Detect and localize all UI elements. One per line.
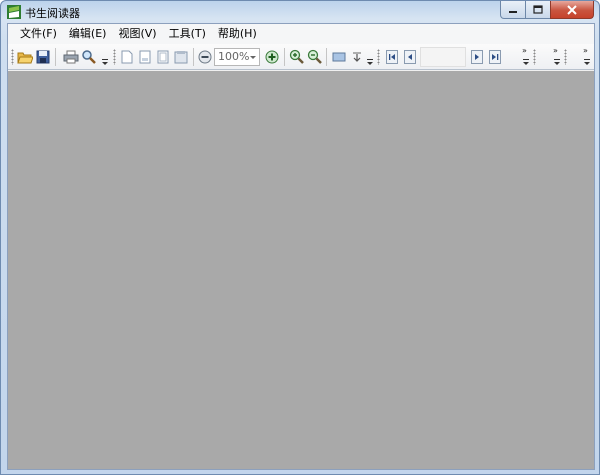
document-view-area[interactable] — [8, 71, 594, 469]
toolbar-grip[interactable] — [113, 49, 116, 65]
toolbar-grip[interactable] — [533, 49, 536, 65]
menu-view[interactable]: 视图(V) — [112, 25, 162, 43]
zoom-in-circle-icon — [265, 50, 279, 64]
toolbar-overflow-chevron[interactable] — [365, 48, 375, 66]
find-button[interactable] — [80, 48, 98, 66]
toolbar-separator — [55, 48, 56, 66]
menu-edit[interactable]: 编辑(E) — [63, 25, 113, 43]
minimize-button[interactable] — [500, 1, 526, 19]
first-page-button[interactable] — [383, 48, 401, 66]
minimize-icon — [509, 10, 517, 13]
maximize-button[interactable] — [525, 1, 551, 19]
magnify-plus-button[interactable] — [288, 48, 306, 66]
toolbar: 100% » » » — [8, 44, 594, 70]
magnify-minus-button[interactable] — [306, 48, 324, 66]
toolbar-overflow-chevron[interactable] — [582, 48, 592, 66]
zoom-out-circle-icon — [198, 50, 212, 64]
double-page-button[interactable] — [154, 48, 172, 66]
client-area: 文件(F) 编辑(E) 视图(V) 工具(T) 帮助(H) 100% » » » — [7, 23, 595, 470]
next-page-button[interactable] — [468, 48, 486, 66]
magnify-minus-icon — [307, 49, 322, 64]
caption-buttons — [500, 1, 594, 19]
title-bar[interactable]: 书生阅读器 — [1, 1, 599, 23]
window-title: 书生阅读器 — [25, 7, 80, 20]
menu-bar: 文件(F) 编辑(E) 视图(V) 工具(T) 帮助(H) — [8, 24, 594, 44]
menu-help[interactable]: 帮助(H) — [212, 25, 263, 43]
page-double-icon — [157, 50, 169, 64]
menu-tools[interactable]: 工具(T) — [163, 25, 212, 43]
page-number-input[interactable] — [420, 47, 466, 67]
search-icon — [82, 50, 96, 64]
fullscreen-button[interactable] — [330, 48, 348, 66]
magnify-plus-icon — [289, 49, 304, 64]
save-icon — [36, 50, 50, 64]
app-window: 书生阅读器 文件(F) 编辑(E) 视图(V) 工具(T) 帮助(H) 100%… — [0, 0, 600, 475]
print-icon — [63, 50, 79, 64]
toolbar-overflow-chevron[interactable] — [552, 48, 562, 66]
last-page-button[interactable] — [486, 48, 504, 66]
toolbar-separator — [284, 48, 285, 66]
scroll-button[interactable] — [348, 48, 366, 66]
last-page-icon — [489, 50, 501, 64]
toolbar-separator — [326, 48, 327, 66]
toolbar-overflow-chevron[interactable] — [521, 48, 531, 66]
zoom-in-button[interactable] — [263, 48, 281, 66]
menu-file[interactable]: 文件(F) — [14, 25, 63, 43]
open-folder-icon — [17, 52, 33, 64]
page-facing-icon — [174, 51, 188, 64]
save-button[interactable] — [34, 48, 52, 66]
close-icon — [567, 4, 577, 15]
app-logo-icon — [7, 5, 21, 19]
page-fit-icon — [139, 50, 151, 64]
prev-page-icon — [404, 50, 416, 64]
first-page-icon — [386, 50, 398, 64]
next-page-icon — [471, 50, 483, 64]
single-page-button[interactable] — [118, 48, 136, 66]
toolbar-grip[interactable] — [11, 49, 14, 65]
toolbar-grip[interactable] — [564, 49, 567, 65]
toolbar-separator — [193, 48, 194, 66]
maximize-icon — [533, 5, 543, 14]
prev-page-button[interactable] — [401, 48, 419, 66]
scroll-down-icon — [353, 52, 361, 62]
zoom-out-button[interactable] — [196, 48, 214, 66]
zoom-level-select[interactable]: 100% — [214, 48, 260, 66]
screen-icon — [332, 52, 346, 62]
toolbar-overflow-chevron[interactable] — [100, 48, 110, 66]
zoom-level-value: 100% — [218, 50, 250, 63]
open-button[interactable] — [16, 48, 34, 66]
facing-page-button[interactable] — [172, 48, 190, 66]
print-button[interactable] — [62, 48, 80, 66]
fit-page-button[interactable] — [136, 48, 154, 66]
page-single-icon — [121, 50, 133, 64]
close-button[interactable] — [550, 1, 594, 19]
chevron-down-icon — [250, 56, 256, 59]
toolbar-grip[interactable] — [377, 49, 380, 65]
